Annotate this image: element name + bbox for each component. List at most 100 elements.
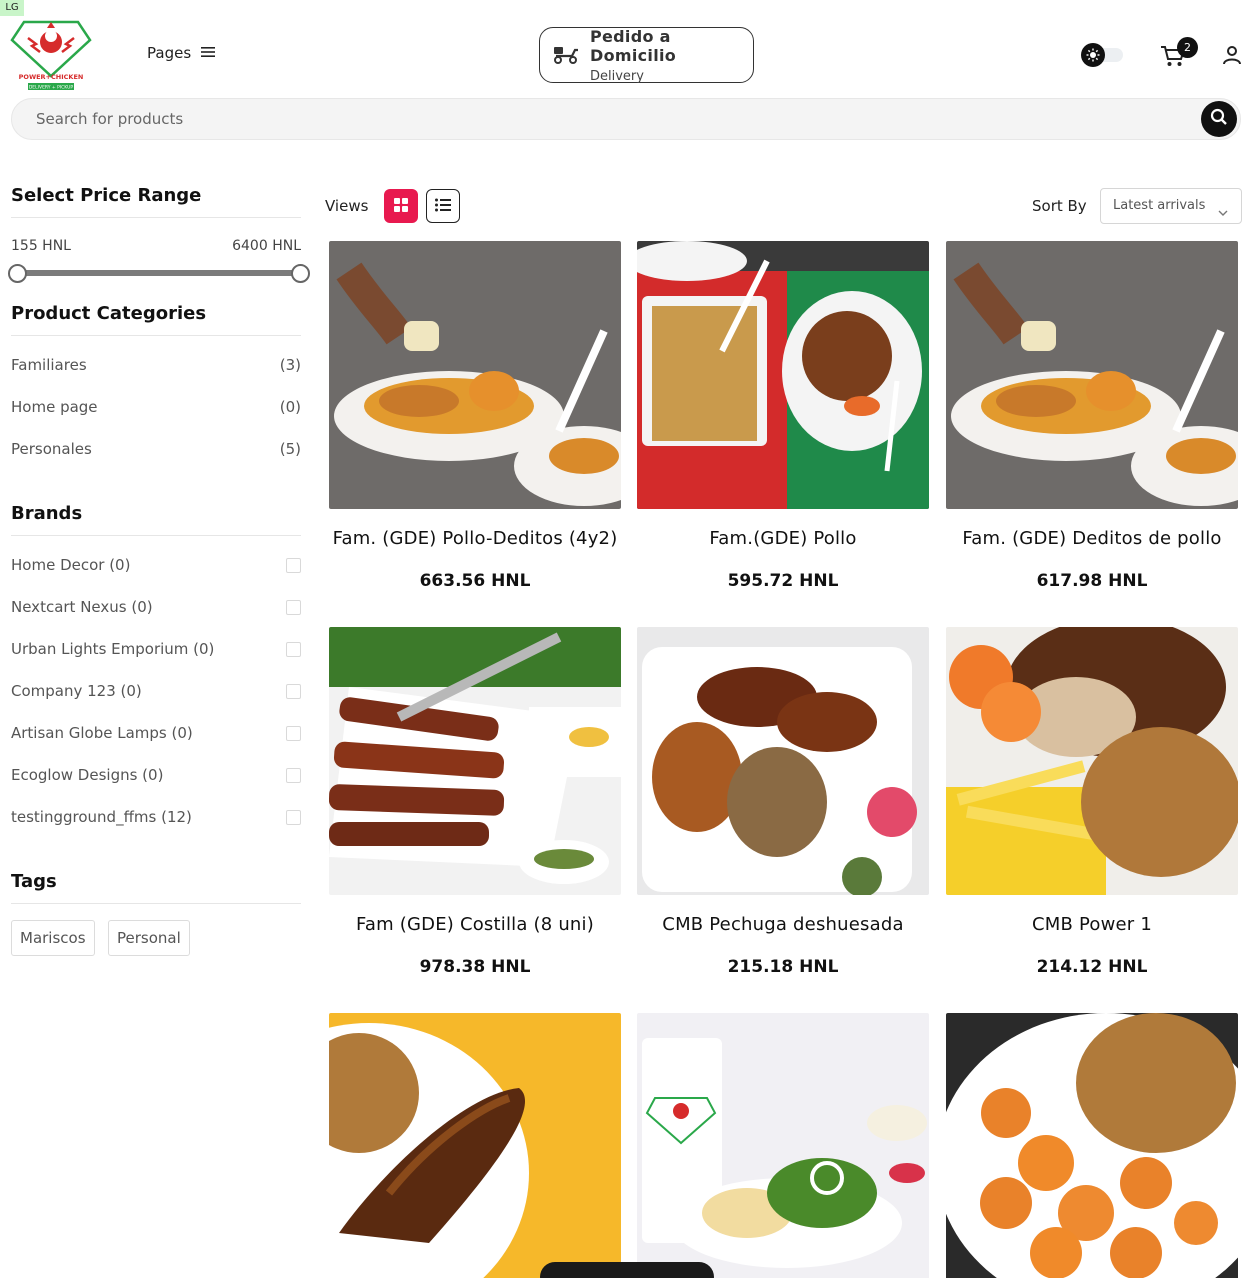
price-max: 6400 HNL: [232, 238, 301, 254]
price-slider-min-handle[interactable]: [8, 264, 27, 283]
brand-label: Urban Lights Emporium (0): [11, 640, 215, 658]
cart-count-badge: 2: [1177, 37, 1198, 58]
price-slider-track[interactable]: [18, 270, 301, 276]
grid-view-button[interactable]: [384, 189, 418, 223]
product-card: Fam. (GDE) Pollo-Deditos (4y2) 663.56 HN…: [329, 241, 621, 591]
product-price: 595.72 HNL: [727, 571, 839, 591]
price-min: 155 HNL: [11, 238, 71, 254]
chevron-down-icon: [1217, 199, 1229, 233]
product-name[interactable]: Fam.(GDE) Pollo: [637, 528, 929, 549]
category-label: Familiares: [11, 356, 87, 374]
product-card: Fam (GDE) Costilla (8 uni) 978.38 HNL: [329, 627, 621, 977]
divider: [11, 217, 301, 218]
product-card: [637, 1013, 929, 1278]
tags-title: Tags: [11, 871, 57, 892]
brand-item: testingground_ffms (12): [11, 808, 301, 826]
category-item-personales[interactable]: Personales (5): [11, 440, 301, 458]
product-price: 214.12 HNL: [1036, 957, 1148, 977]
brand-label: Company 123 (0): [11, 682, 142, 700]
product-image[interactable]: [637, 1013, 929, 1278]
sun-icon: [1081, 43, 1105, 67]
product-price: 617.98 HNL: [1036, 571, 1148, 591]
category-count: (5): [279, 440, 301, 458]
product-name[interactable]: CMB Power 1: [946, 914, 1238, 935]
product-name[interactable]: Fam (GDE) Costilla (8 uni): [329, 914, 621, 935]
brand-label: Artisan Globe Lamps (0): [11, 724, 193, 742]
tag-personal[interactable]: Personal: [108, 920, 190, 956]
search-input[interactable]: [36, 99, 1186, 139]
sort-by-label: Sort By: [1032, 197, 1087, 215]
brand-checkbox[interactable]: [286, 557, 301, 573]
delivery-subtitle: Delivery: [590, 68, 644, 84]
category-item-home-page[interactable]: Home page (0): [11, 398, 301, 416]
views-label: Views: [325, 197, 369, 215]
product-price: 978.38 HNL: [419, 957, 531, 977]
list-icon: [435, 197, 451, 216]
hamburger-icon: [201, 44, 216, 62]
product-image[interactable]: [329, 1013, 621, 1278]
brand-checkbox[interactable]: [286, 683, 301, 699]
theme-toggle[interactable]: [1081, 43, 1123, 67]
product-name[interactable]: Fam. (GDE) Deditos de pollo: [946, 528, 1238, 549]
product-image[interactable]: [637, 241, 929, 509]
brand-checkbox[interactable]: [286, 599, 301, 615]
search-icon: [1210, 108, 1228, 130]
sort-value: Latest arrivals: [1113, 198, 1206, 213]
product-card: Fam.(GDE) Pollo 595.72 HNL: [637, 241, 929, 591]
scooter-icon: [552, 41, 580, 69]
search-bar: [11, 98, 1241, 140]
category-item-familiares[interactable]: Familiares (3): [11, 356, 301, 374]
delivery-mode-button[interactable]: Pedido a Domicilio Delivery: [539, 26, 754, 84]
product-card: [946, 1013, 1238, 1278]
categories-title: Product Categories: [11, 303, 207, 324]
brand-label: Ecoglow Designs (0): [11, 766, 164, 784]
brand-label: Nextcart Nexus (0): [11, 598, 153, 616]
category-label: Personales: [11, 440, 92, 458]
product-card: CMB Power 1 214.12 HNL: [946, 627, 1238, 977]
product-image[interactable]: [329, 241, 621, 509]
product-card: Fam. (GDE) Deditos de pollo 617.98 HNL: [946, 241, 1238, 591]
brand-checkbox[interactable]: [286, 641, 301, 657]
svg-text:DELIVERY + PICKUP: DELIVERY + PICKUP: [29, 85, 74, 91]
category-label: Home page: [11, 398, 98, 416]
price-range-title: Select Price Range: [11, 185, 202, 206]
search-button[interactable]: [1201, 101, 1237, 137]
product-name[interactable]: CMB Pechuga deshuesada: [637, 914, 929, 935]
product-card: [329, 1013, 621, 1278]
product-name[interactable]: Fam. (GDE) Pollo-Deditos (4y2): [329, 528, 621, 549]
product-price: 663.56 HNL: [419, 571, 531, 591]
brand-item: Urban Lights Emporium (0): [11, 640, 301, 658]
brand-item: Ecoglow Designs (0): [11, 766, 301, 784]
product-image[interactable]: [637, 627, 929, 895]
brand-item: Nextcart Nexus (0): [11, 598, 301, 616]
product-image[interactable]: [329, 627, 621, 895]
grid-icon: [394, 197, 408, 216]
brand-item: Home Decor (0): [11, 556, 301, 574]
divider: [11, 903, 301, 904]
product-price: 215.18 HNL: [727, 957, 839, 977]
list-view-button[interactable]: [426, 189, 460, 223]
bottom-floating-bar[interactable]: [540, 1262, 714, 1278]
pages-menu[interactable]: Pages: [147, 44, 216, 62]
sort-select[interactable]: Latest arrivals: [1100, 188, 1242, 224]
brand-checkbox[interactable]: [286, 725, 301, 741]
delivery-title: Pedido a Domicilio: [590, 26, 677, 65]
brand-logo[interactable]: POWER+CHICKEN DELIVERY + PICKUP: [10, 18, 92, 92]
brand-checkbox[interactable]: [286, 767, 301, 783]
brand-label: testingground_ffms (12): [11, 808, 192, 826]
user-icon[interactable]: [1222, 45, 1242, 65]
product-image[interactable]: [946, 627, 1238, 895]
product-image[interactable]: [946, 1013, 1238, 1278]
divider: [11, 335, 301, 336]
lg-badge: LG: [0, 0, 24, 16]
tag-mariscos[interactable]: Mariscos: [11, 920, 95, 956]
brand-checkbox[interactable]: [286, 809, 301, 825]
product-image[interactable]: [946, 241, 1238, 509]
brand-item: Artisan Globe Lamps (0): [11, 724, 301, 742]
brand-label: Home Decor (0): [11, 556, 131, 574]
brands-title: Brands: [11, 503, 83, 524]
pages-label: Pages: [147, 44, 192, 62]
price-slider-max-handle[interactable]: [291, 264, 310, 283]
divider: [11, 535, 301, 536]
product-card: CMB Pechuga deshuesada 215.18 HNL: [637, 627, 929, 977]
